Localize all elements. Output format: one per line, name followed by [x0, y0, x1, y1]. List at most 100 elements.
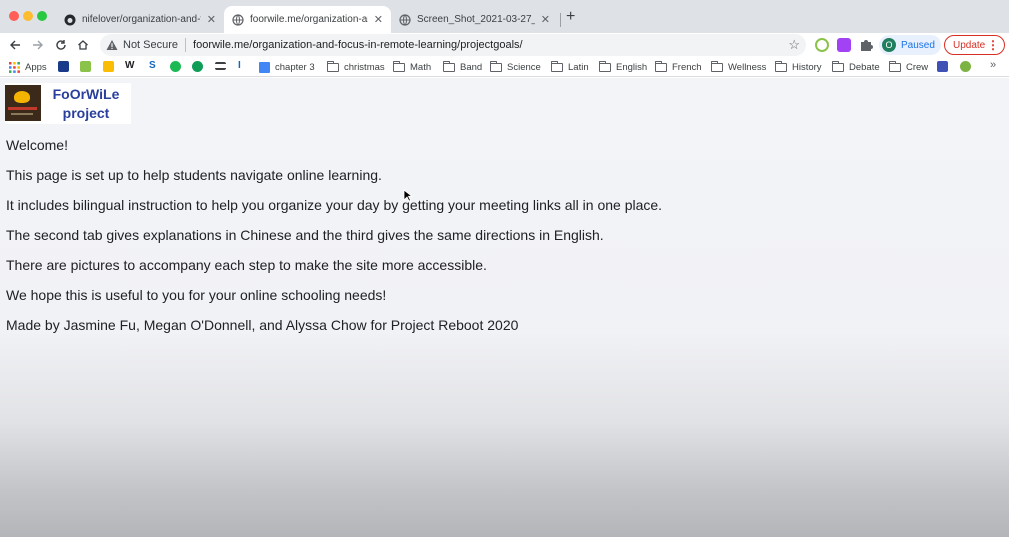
paragraph: It includes bilingual instruction to hel…: [6, 197, 663, 213]
more-menu-icon[interactable]: ⋮: [987, 38, 999, 52]
bookmark-folder-math[interactable]: Math: [393, 60, 431, 74]
folder-icon: [393, 60, 405, 72]
bookmark-label: Band: [460, 61, 483, 73]
tab-title: nifelover/organization-and-foc: [82, 14, 201, 25]
address-bar[interactable]: Not Secure foorwile.me/organization-and-…: [100, 34, 806, 56]
bookmark-folder-christmas[interactable]: christmas: [327, 60, 385, 74]
apps-grid-icon: [9, 61, 20, 73]
bookmark-label: Math: [410, 61, 432, 73]
bookmark-folder-history[interactable]: History: [775, 60, 822, 74]
bookmark-label: Wellness: [728, 61, 767, 73]
site-title-line2: project: [62, 105, 110, 121]
tab-github[interactable]: nifelover/organization-and-foc ✕: [56, 6, 224, 33]
site-logo[interactable]: [5, 85, 41, 121]
bookmark-site-icon[interactable]: [103, 61, 114, 72]
url-text[interactable]: foorwile.me/organization-and-focus-in-re…: [193, 39, 523, 51]
bookmark-site-icon[interactable]: [215, 62, 226, 70]
back-arrow-icon: [10, 40, 20, 50]
site-title[interactable]: FoOrWiLe project: [41, 83, 131, 124]
bookmark-star-icon[interactable]: ☆: [788, 37, 800, 53]
bookmark-site-icon[interactable]: I: [238, 60, 249, 71]
page-content: FoOrWiLe project Welcome! This page is s…: [0, 78, 1009, 537]
bookmark-site-icon[interactable]: W: [125, 60, 136, 71]
home-button[interactable]: [74, 36, 92, 54]
site-header[interactable]: FoOrWiLe project: [5, 83, 131, 124]
update-label: Update: [953, 39, 986, 51]
folder-icon: [443, 60, 455, 72]
home-icon: [78, 40, 88, 50]
paragraph: There are pictures to accompany each ste…: [6, 257, 487, 273]
globe-icon: [232, 13, 244, 26]
extension-icon[interactable]: [837, 38, 851, 52]
avatar: O: [882, 38, 896, 52]
bookmark-apps[interactable]: Apps: [9, 60, 47, 74]
folder-icon: [711, 60, 723, 72]
close-tab-icon[interactable]: ✕: [541, 13, 550, 26]
paragraph: We hope this is useful to you for your o…: [6, 287, 387, 303]
credits-paragraph: Made by Jasmine Fu, Megan O'Donnell, and…: [6, 317, 519, 333]
forward-arrow-icon: [33, 40, 43, 50]
bookmark-site-icon[interactable]: [960, 61, 971, 72]
folder-icon: [490, 60, 502, 72]
forward-button[interactable]: [29, 36, 47, 54]
tab-screenshot[interactable]: Screen_Shot_2021-03-27_at_3 ✕: [391, 6, 558, 33]
tab-title: Screen_Shot_2021-03-27_at_3: [417, 14, 535, 25]
close-tab-icon[interactable]: ✕: [207, 13, 216, 26]
tab-title: foorwile.me/organization-and: [250, 14, 368, 25]
bookmark-folder-science[interactable]: Science: [490, 60, 541, 74]
bookmark-folder-french[interactable]: French: [655, 60, 702, 74]
tab-foorwile[interactable]: foorwile.me/organization-and ✕: [224, 6, 391, 33]
profile-button[interactable]: O Paused: [879, 35, 941, 55]
browser-toolbar: Not Secure foorwile.me/organization-and-…: [0, 33, 1009, 57]
bookmark-folder-wellness[interactable]: Wellness: [711, 60, 766, 74]
paragraph: This page is set up to help students nav…: [6, 167, 382, 183]
bookmark-label: History: [792, 61, 822, 73]
reload-button[interactable]: [52, 36, 70, 54]
reload-icon: [56, 40, 66, 50]
bookmark-folder-crew[interactable]: Crew: [889, 60, 928, 74]
welcome-heading: Welcome!: [6, 137, 68, 153]
maximize-window-button[interactable]: [37, 11, 47, 21]
minimize-window-button[interactable]: [23, 11, 33, 21]
bookmark-site-icon[interactable]: [58, 61, 69, 72]
bookmark-label: English: [616, 61, 648, 73]
security-label: Not Secure: [123, 39, 179, 51]
bookmark-folder-debate[interactable]: Debate: [832, 60, 880, 74]
bookmark-site-icon[interactable]: [170, 61, 181, 72]
bookmark-label: French: [672, 61, 702, 73]
extension-icon[interactable]: [815, 38, 829, 52]
paragraph: The second tab gives explanations in Chi…: [6, 227, 604, 243]
bookmark-site-icon[interactable]: [937, 61, 948, 72]
tab-divider: [560, 13, 561, 27]
mouse-cursor-icon: [403, 189, 413, 202]
profile-status: Paused: [901, 39, 935, 51]
folder-icon: [599, 60, 611, 72]
back-button[interactable]: [6, 36, 24, 54]
bookmark-folder-band[interactable]: Band: [443, 60, 482, 74]
bookmark-label: Crew: [906, 61, 929, 73]
bookmark-label: chapter 3: [275, 61, 315, 73]
omnibox-divider: [185, 38, 187, 52]
bookmark-label: Apps: [25, 61, 47, 73]
new-tab-button[interactable]: +: [566, 9, 575, 25]
bookmark-chapter-3[interactable]: chapter 3: [259, 60, 315, 74]
bookmark-site-icon[interactable]: [80, 61, 91, 72]
bookmarks-overflow-icon[interactable]: »: [990, 59, 996, 71]
bookmarks-bar: Apps W S I chapter 3 christmas Math Band…: [0, 57, 1009, 77]
close-window-button[interactable]: [9, 11, 19, 21]
site-title-line1: FoOrWiLe: [52, 86, 120, 102]
puzzle-icon[interactable]: [859, 38, 873, 52]
update-button[interactable]: Update ⋮: [944, 35, 1005, 55]
warning-icon[interactable]: [106, 39, 118, 51]
bookmark-label: christmas: [344, 61, 385, 73]
folder-icon: [889, 60, 901, 72]
folder-icon: [655, 60, 667, 72]
folder-icon: [327, 60, 339, 72]
bookmark-site-icon[interactable]: S: [149, 60, 160, 71]
bookmark-site-icon[interactable]: [192, 61, 203, 72]
bookmark-label: Debate: [849, 61, 880, 73]
bookmark-folder-english[interactable]: English: [599, 60, 647, 74]
bookmark-folder-latin[interactable]: Latin: [551, 60, 589, 74]
close-tab-icon[interactable]: ✕: [374, 13, 383, 26]
doc-icon: [259, 61, 270, 73]
